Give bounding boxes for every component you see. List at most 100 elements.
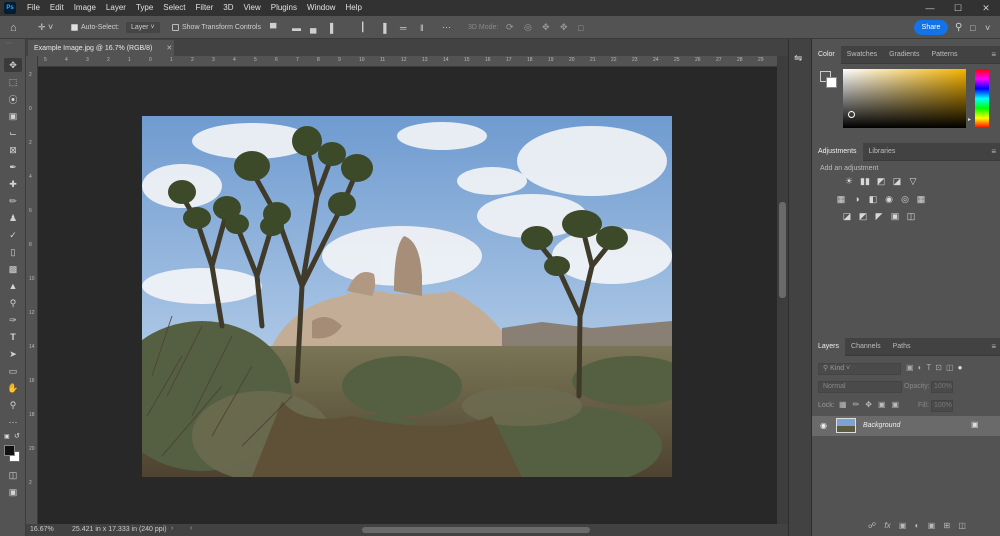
align-left-icon[interactable]: ▌ [330, 16, 336, 39]
quick-mask-icon[interactable]: ◫ [4, 468, 22, 482]
transform-controls-checkbox[interactable]: Show Transform Controls [172, 16, 261, 39]
adjustment-icon[interactable]: ◉ [884, 195, 894, 204]
link-layers-icon[interactable]: ☍ [868, 521, 876, 530]
menu-select[interactable]: Select [158, 0, 190, 16]
delete-layer-icon[interactable]: ◫ [958, 521, 966, 530]
layer-style-icon[interactable]: fx [884, 521, 890, 530]
maximize-button[interactable]: ☐ [944, 0, 972, 16]
rectangle-tool-icon[interactable]: ▭ [4, 364, 22, 378]
tab-libraries[interactable]: Libraries [863, 143, 902, 161]
frame-tool-icon[interactable]: ⊠ [4, 143, 22, 157]
layer-filter-icons[interactable]: ▣◐T⊡◫● [906, 363, 966, 372]
filter-toggle-icon[interactable]: ● [958, 363, 967, 372]
layer-mask-icon[interactable]: ▣ [899, 521, 907, 530]
scale-3d-icon[interactable]: □ [578, 16, 583, 39]
zoom-level[interactable]: 16.67% [30, 526, 54, 533]
lock-transparent-icon[interactable]: ▦ [839, 400, 853, 409]
menu-file[interactable]: File [22, 0, 45, 16]
new-layer-icon[interactable]: ⊞ [943, 521, 950, 530]
tab-channels[interactable]: Channels [845, 338, 887, 356]
align-bottom-icon[interactable]: ▄ [310, 16, 316, 39]
auto-select-checkbox[interactable]: Auto-Select: [71, 16, 119, 39]
menu-layer[interactable]: Layer [101, 0, 131, 16]
menu-help[interactable]: Help [340, 0, 366, 16]
home-icon[interactable]: ⌂ [10, 16, 17, 39]
menu-plugins[interactable]: Plugins [266, 0, 302, 16]
hand-tool-icon[interactable]: ✋ [4, 381, 22, 395]
menu-type[interactable]: Type [131, 0, 158, 16]
lock-artboard-icon[interactable]: ▣ [878, 400, 892, 409]
share-button[interactable]: Share [914, 20, 948, 35]
lock-pixels-icon[interactable]: ✏ [853, 400, 866, 409]
adjustments-panel-menu-icon[interactable]: ≡ [991, 147, 996, 156]
tab-color[interactable]: Color [812, 45, 841, 64]
menu-image[interactable]: Image [69, 0, 101, 16]
adjustment-icon[interactable]: ◪ [892, 177, 902, 186]
color-picker-field[interactable] [843, 69, 966, 128]
layers-panel-menu-icon[interactable]: ≡ [991, 342, 996, 351]
edit-toolbar-icon[interactable]: ⋯ [4, 415, 22, 429]
crop-tool-icon[interactable]: ⌙ [4, 126, 22, 140]
move-tool-preset-icon[interactable]: ✛ ˅ [38, 16, 53, 39]
slide-3d-icon[interactable]: ✥ [560, 16, 568, 39]
gradient-tool-icon[interactable]: ▩ [4, 262, 22, 276]
adjustment-icon[interactable]: ▦ [916, 195, 926, 204]
pan-3d-icon[interactable]: ✥ [542, 16, 550, 39]
pixel-filter-icon[interactable]: ▣ [906, 363, 918, 372]
align-right-icon[interactable]: ▐ [380, 16, 386, 39]
menu-3d[interactable]: 3D [218, 0, 238, 16]
brush-tool-icon[interactable]: ✏ [4, 194, 22, 208]
type-tool-icon[interactable]: T [4, 330, 22, 344]
object-select-tool-icon[interactable]: ▣ [4, 109, 22, 123]
color-panel-menu-icon[interactable]: ≡ [991, 50, 996, 59]
layer-row[interactable]: ◉ Background ▣ [812, 416, 1000, 436]
lock-all-icon[interactable]: ▣ [892, 400, 906, 409]
document-image[interactable] [142, 116, 672, 477]
eraser-tool-icon[interactable]: ▯ [4, 245, 22, 259]
adjustment-icon[interactable]: ◧ [868, 195, 878, 204]
pen-tool-icon[interactable]: ✑ [4, 313, 22, 327]
more-options-icon[interactable]: ⋯ [442, 16, 451, 39]
align-vcenter-icon[interactable]: ▬ [292, 16, 301, 39]
align-hcenter-icon[interactable]: ┃ [360, 16, 365, 39]
workspace-menu-icon[interactable]: ˅ [985, 16, 990, 39]
type-filter-icon[interactable]: T [926, 363, 935, 372]
history-brush-tool-icon[interactable]: ✓ [4, 228, 22, 242]
path-select-tool-icon[interactable]: ➤ [4, 347, 22, 361]
opacity-input[interactable]: 100% [931, 381, 953, 393]
vertical-scroll-thumb[interactable] [779, 202, 786, 298]
hue-slider[interactable] [975, 69, 989, 128]
hue-slider-handle-icon[interactable]: ▸ [968, 116, 971, 123]
adjustment-icon[interactable]: ◩ [876, 177, 886, 186]
tab-swatches[interactable]: Swatches [841, 46, 883, 64]
distribute-horizontal-icon[interactable]: ‖ [420, 16, 424, 39]
smart-object-filter-icon[interactable]: ◫ [946, 363, 958, 372]
adjustment-icon[interactable]: ▦ [836, 195, 846, 204]
menu-view[interactable]: View [239, 0, 266, 16]
new-adjustment-layer-icon[interactable]: ◐ [915, 521, 920, 530]
history-panel-icon[interactable]: ⇋ [794, 53, 802, 64]
adjustment-icon[interactable]: ◤ [874, 212, 884, 221]
adjustment-icon[interactable]: ▽ [908, 177, 918, 186]
swap-colors-icon[interactable]: ↺ [14, 432, 20, 440]
adjustment-icon[interactable]: ▮▮ [860, 177, 870, 186]
layer-lock-icon[interactable]: ▣ [971, 420, 979, 429]
lock-position-icon[interactable]: ✥ [865, 400, 878, 409]
layer-name[interactable]: Background [863, 422, 900, 429]
roll-3d-icon[interactable]: ◎ [524, 16, 532, 39]
adjustment-icon[interactable]: ▣ [890, 212, 900, 221]
move-tool-icon[interactable]: ✥ [4, 58, 22, 72]
close-tab-icon[interactable]: ✕ [166, 44, 172, 52]
clone-stamp-tool-icon[interactable]: ♟ [4, 211, 22, 225]
tab-adjustments[interactable]: Adjustments [812, 142, 863, 161]
search-icon[interactable]: ⚲ [955, 16, 962, 39]
new-group-icon[interactable]: ▣ [928, 521, 936, 530]
status-menu-icon[interactable]: › [171, 525, 173, 532]
menu-edit[interactable]: Edit [45, 0, 69, 16]
fill-input[interactable]: 100% [931, 400, 953, 412]
minimize-button[interactable]: — [916, 0, 944, 16]
tab-patterns[interactable]: Patterns [925, 46, 963, 64]
eyedropper-tool-icon[interactable]: ✒ [4, 160, 22, 174]
align-top-icon[interactable]: ▀ [270, 16, 276, 39]
zoom-tool-icon[interactable]: ⚲ [4, 398, 22, 412]
